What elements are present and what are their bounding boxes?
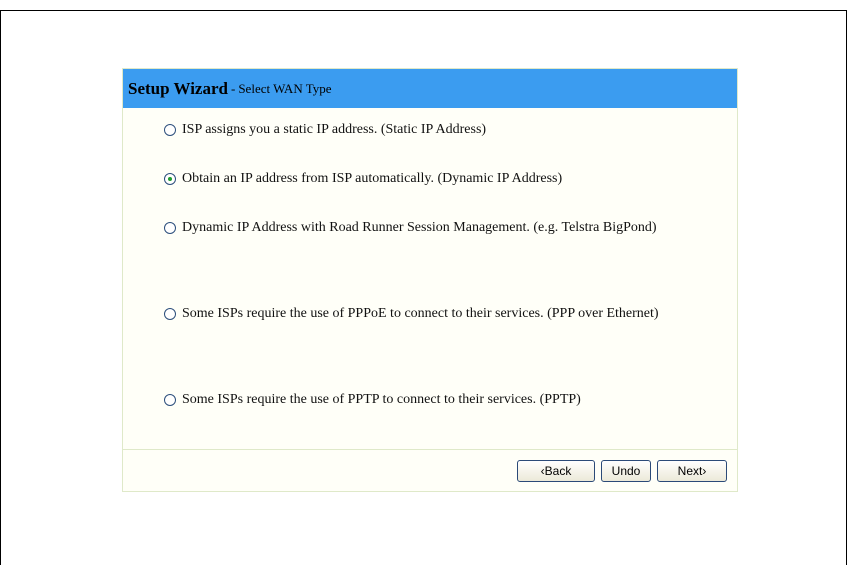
radio-pptp[interactable] <box>164 394 176 406</box>
wizard-title: Setup Wizard <box>128 78 228 98</box>
wan-option-dynamic-ip[interactable]: Obtain an IP address from ISP automatica… <box>164 170 684 188</box>
wan-option-road-runner[interactable]: Dynamic IP Address with Road Runner Sess… <box>164 219 684 237</box>
wan-option-static-ip[interactable]: ISP assigns you a static IP address. (St… <box>164 121 684 139</box>
next-button[interactable]: Next› <box>657 460 727 482</box>
setup-wizard-panel: Setup Wizard - Select WAN Type ISP assig… <box>122 68 738 492</box>
radio-static-ip[interactable] <box>164 124 176 136</box>
footer-divider <box>123 449 737 450</box>
wan-option-label: Obtain an IP address from ISP automatica… <box>182 171 563 186</box>
wizard-title-separator: - <box>230 80 236 96</box>
wizard-header: Setup Wizard - Select WAN Type <box>123 69 737 108</box>
wan-option-label: Some ISPs require the use of PPTP to con… <box>182 392 581 407</box>
radio-pppoe[interactable] <box>164 308 176 320</box>
wan-option-pptp[interactable]: Some ISPs require the use of PPTP to con… <box>164 391 684 409</box>
wan-option-pppoe[interactable]: Some ISPs require the use of PPPoE to co… <box>164 305 684 323</box>
wan-option-label: Some ISPs require the use of PPPoE to co… <box>182 306 659 321</box>
radio-road-runner[interactable] <box>164 222 176 234</box>
undo-button[interactable]: Undo <box>601 460 651 482</box>
wan-option-label: Dynamic IP Address with Road Runner Sess… <box>182 220 657 235</box>
wizard-subtitle: Select WAN Type <box>238 80 332 96</box>
radio-dynamic-ip[interactable] <box>164 173 176 185</box>
wizard-buttons: ‹Back Undo Next› <box>517 460 727 482</box>
back-button[interactable]: ‹Back <box>517 460 595 482</box>
wan-option-label: ISP assigns you a static IP address. (St… <box>182 122 487 137</box>
